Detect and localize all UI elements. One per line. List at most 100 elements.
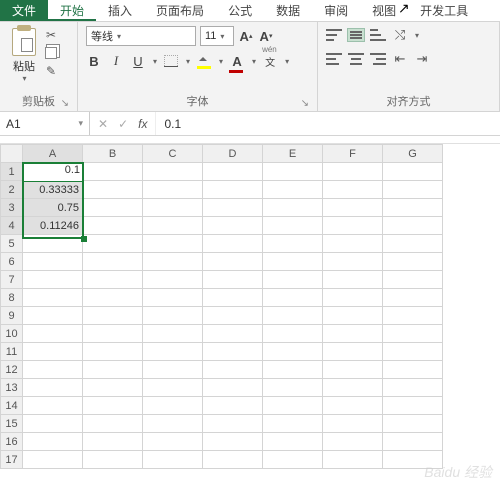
clipboard-dialog-launcher-icon[interactable]: ↘ <box>61 98 69 109</box>
cell-G11[interactable] <box>383 343 443 361</box>
cell-G3[interactable] <box>383 199 443 217</box>
row-header-16[interactable]: 16 <box>1 433 23 451</box>
cell-D8[interactable] <box>203 289 263 307</box>
font-name-select[interactable]: 等线 ▾ <box>86 26 196 46</box>
cell-F1[interactable] <box>323 163 383 181</box>
cell-B1[interactable] <box>83 163 143 181</box>
cell-D6[interactable] <box>203 253 263 271</box>
cell-B16[interactable] <box>83 433 143 451</box>
cell-F16[interactable] <box>323 433 383 451</box>
cell-B5[interactable] <box>83 235 143 253</box>
column-header-D[interactable]: D <box>203 145 263 163</box>
row-header-6[interactable]: 6 <box>1 253 23 271</box>
cell-E8[interactable] <box>263 289 323 307</box>
cell-G1[interactable] <box>383 163 443 181</box>
cell-C12[interactable] <box>143 361 203 379</box>
cell-D11[interactable] <box>203 343 263 361</box>
underline-dropdown-icon[interactable]: ▾ <box>153 57 157 66</box>
cell-B3[interactable] <box>83 199 143 217</box>
tab-review[interactable]: 审阅 <box>312 0 360 21</box>
cell-D5[interactable] <box>203 235 263 253</box>
row-header-9[interactable]: 9 <box>1 307 23 325</box>
name-box[interactable]: A1 ▾ <box>0 112 90 135</box>
cell-A3[interactable]: 0.75 <box>23 199 83 217</box>
cell-G9[interactable] <box>383 307 443 325</box>
cell-D9[interactable] <box>203 307 263 325</box>
cell-C16[interactable] <box>143 433 203 451</box>
border-button[interactable] <box>163 52 179 70</box>
tab-view[interactable]: 视图 <box>360 0 408 21</box>
cell-E16[interactable] <box>263 433 323 451</box>
column-header-A[interactable]: A <box>23 145 83 163</box>
fill-dropdown-icon[interactable]: ▾ <box>219 57 223 66</box>
cell-E9[interactable] <box>263 307 323 325</box>
cell-G2[interactable] <box>383 181 443 199</box>
tab-insert[interactable]: 插入 <box>96 0 144 21</box>
font-color-button[interactable]: A <box>229 52 245 70</box>
cell-F6[interactable] <box>323 253 383 271</box>
cell-G13[interactable] <box>383 379 443 397</box>
cell-A8[interactable] <box>23 289 83 307</box>
spreadsheet-grid[interactable]: A B C D E F G 10.120.3333330.7540.112465… <box>0 144 500 469</box>
cell-E6[interactable] <box>263 253 323 271</box>
format-painter-icon[interactable] <box>44 64 58 78</box>
phonetic-dropdown-icon[interactable]: ▾ <box>285 57 289 66</box>
cell-A11[interactable] <box>23 343 83 361</box>
cell-E15[interactable] <box>263 415 323 433</box>
cell-E10[interactable] <box>263 325 323 343</box>
cell-C5[interactable] <box>143 235 203 253</box>
cell-D17[interactable] <box>203 451 263 469</box>
align-bottom-button[interactable] <box>370 29 386 41</box>
row-header-10[interactable]: 10 <box>1 325 23 343</box>
cell-G15[interactable] <box>383 415 443 433</box>
cell-C7[interactable] <box>143 271 203 289</box>
cell-D2[interactable] <box>203 181 263 199</box>
cell-A9[interactable] <box>23 307 83 325</box>
cell-A4[interactable]: 0.11246 <box>23 217 83 235</box>
cell-C4[interactable] <box>143 217 203 235</box>
cell-E11[interactable] <box>263 343 323 361</box>
cell-E2[interactable] <box>263 181 323 199</box>
cell-D4[interactable] <box>203 217 263 235</box>
cell-F9[interactable] <box>323 307 383 325</box>
row-header-17[interactable]: 17 <box>1 451 23 469</box>
cell-C9[interactable] <box>143 307 203 325</box>
cell-B10[interactable] <box>83 325 143 343</box>
tab-home[interactable]: 开始 <box>48 0 96 21</box>
selection-fill-handle[interactable] <box>81 236 87 242</box>
cell-A10[interactable] <box>23 325 83 343</box>
cell-E17[interactable] <box>263 451 323 469</box>
cell-B14[interactable] <box>83 397 143 415</box>
cell-A6[interactable] <box>23 253 83 271</box>
cell-D13[interactable] <box>203 379 263 397</box>
cell-G16[interactable] <box>383 433 443 451</box>
cell-B9[interactable] <box>83 307 143 325</box>
tab-file[interactable]: 文件 <box>0 0 48 21</box>
cell-F4[interactable] <box>323 217 383 235</box>
cell-A12[interactable] <box>23 361 83 379</box>
increase-indent-button[interactable] <box>414 50 430 68</box>
cell-B2[interactable] <box>83 181 143 199</box>
row-header-15[interactable]: 15 <box>1 415 23 433</box>
cell-D7[interactable] <box>203 271 263 289</box>
cell-G10[interactable] <box>383 325 443 343</box>
copy-icon[interactable] <box>44 46 58 60</box>
cell-F10[interactable] <box>323 325 383 343</box>
cell-C11[interactable] <box>143 343 203 361</box>
row-header-2[interactable]: 2 <box>1 181 23 199</box>
border-dropdown-icon[interactable]: ▾ <box>186 57 190 66</box>
cell-B7[interactable] <box>83 271 143 289</box>
orientation-dropdown-icon[interactable]: ▾ <box>415 31 419 40</box>
orientation-button[interactable] <box>392 26 408 44</box>
cell-B12[interactable] <box>83 361 143 379</box>
cell-A16[interactable] <box>23 433 83 451</box>
cell-F12[interactable] <box>323 361 383 379</box>
phonetic-guide-button[interactable]: 文 <box>262 52 278 70</box>
paste-button[interactable]: 粘贴 ▾ <box>8 26 40 93</box>
cell-G6[interactable] <box>383 253 443 271</box>
column-header-G[interactable]: G <box>383 145 443 163</box>
increase-font-size-button[interactable]: A▴ <box>238 27 254 45</box>
cell-B11[interactable] <box>83 343 143 361</box>
cell-F11[interactable] <box>323 343 383 361</box>
cell-G17[interactable] <box>383 451 443 469</box>
